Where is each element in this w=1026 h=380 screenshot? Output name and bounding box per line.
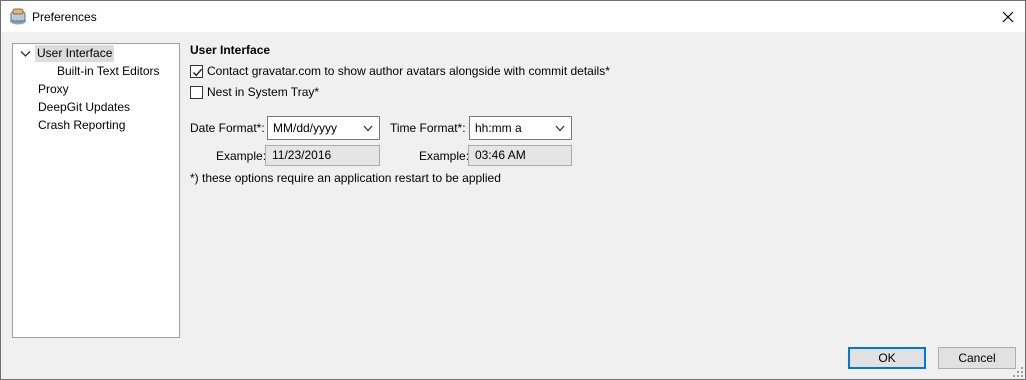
date-example-label: Example: <box>216 149 267 163</box>
gravatar-label: Contact gravatar.com to show author avat… <box>207 64 610 78</box>
checkmark-icon <box>193 68 203 76</box>
ok-button-label: OK <box>878 351 896 365</box>
time-example-value: 03:46 AM <box>475 148 526 162</box>
ok-button[interactable]: OK <box>848 347 926 369</box>
title-bar: Preferences <box>1 1 1025 32</box>
gravatar-checkbox[interactable] <box>190 64 203 78</box>
tree-item-crash-reporting[interactable]: Crash Reporting <box>38 117 125 134</box>
date-format-label: Date Format*: <box>190 121 265 135</box>
chevron-down-icon <box>363 125 373 132</box>
close-icon <box>1002 11 1014 22</box>
tree-item-built-in-text-editors[interactable]: Built-in Text Editors <box>57 63 160 80</box>
tree-item-proxy[interactable]: Proxy <box>38 81 69 98</box>
tree-item-deepgit-updates[interactable]: DeepGit Updates <box>38 99 130 116</box>
date-format-value: MM/dd/yyyy <box>273 121 338 135</box>
gravatar-option[interactable]: Contact gravatar.com to show author avat… <box>190 63 610 79</box>
tray-checkbox[interactable] <box>190 85 203 99</box>
time-format-label: Time Format*: <box>390 121 466 135</box>
preferences-dialog: Preferences User Interface Built-in Text… <box>0 0 1026 380</box>
settings-panel: User Interface Contact gravatar.com to s… <box>190 41 1010 201</box>
window-title: Preferences <box>32 10 97 24</box>
tree-item-label: User Interface <box>37 46 113 60</box>
chevron-down-icon[interactable] <box>20 50 31 58</box>
date-example-field: 11/23/2016 <box>265 145 380 166</box>
time-example-label: Example: <box>419 149 470 163</box>
restart-note: *) these options require an application … <box>190 171 501 185</box>
chevron-down-icon <box>555 125 565 132</box>
tray-label: Nest in System Tray* <box>207 85 320 99</box>
tray-option[interactable]: Nest in System Tray* <box>190 84 319 100</box>
app-icon <box>9 8 27 25</box>
date-format-select[interactable]: MM/dd/yyyy <box>267 116 380 140</box>
resize-grip-icon[interactable] <box>1013 367 1023 377</box>
cancel-button-label: Cancel <box>958 351 996 365</box>
tree-item-label: Built-in Text Editors <box>57 64 160 78</box>
tree-item-label: Crash Reporting <box>38 118 126 132</box>
tree-item-label: Proxy <box>38 82 69 96</box>
close-button[interactable] <box>991 1 1025 32</box>
cancel-button[interactable]: Cancel <box>938 347 1016 369</box>
category-tree[interactable]: User Interface Built-in Text Editors Pro… <box>12 43 180 338</box>
date-example-value: 11/23/2016 <box>272 148 332 162</box>
time-format-value: hh:mm a <box>475 121 522 135</box>
tree-item-user-interface[interactable]: User Interface <box>35 45 115 62</box>
tree-item-label: DeepGit Updates <box>38 100 131 114</box>
section-title: User Interface <box>190 43 271 57</box>
time-format-select[interactable]: hh:mm a <box>469 116 572 140</box>
time-example-field: 03:46 AM <box>468 145 572 166</box>
